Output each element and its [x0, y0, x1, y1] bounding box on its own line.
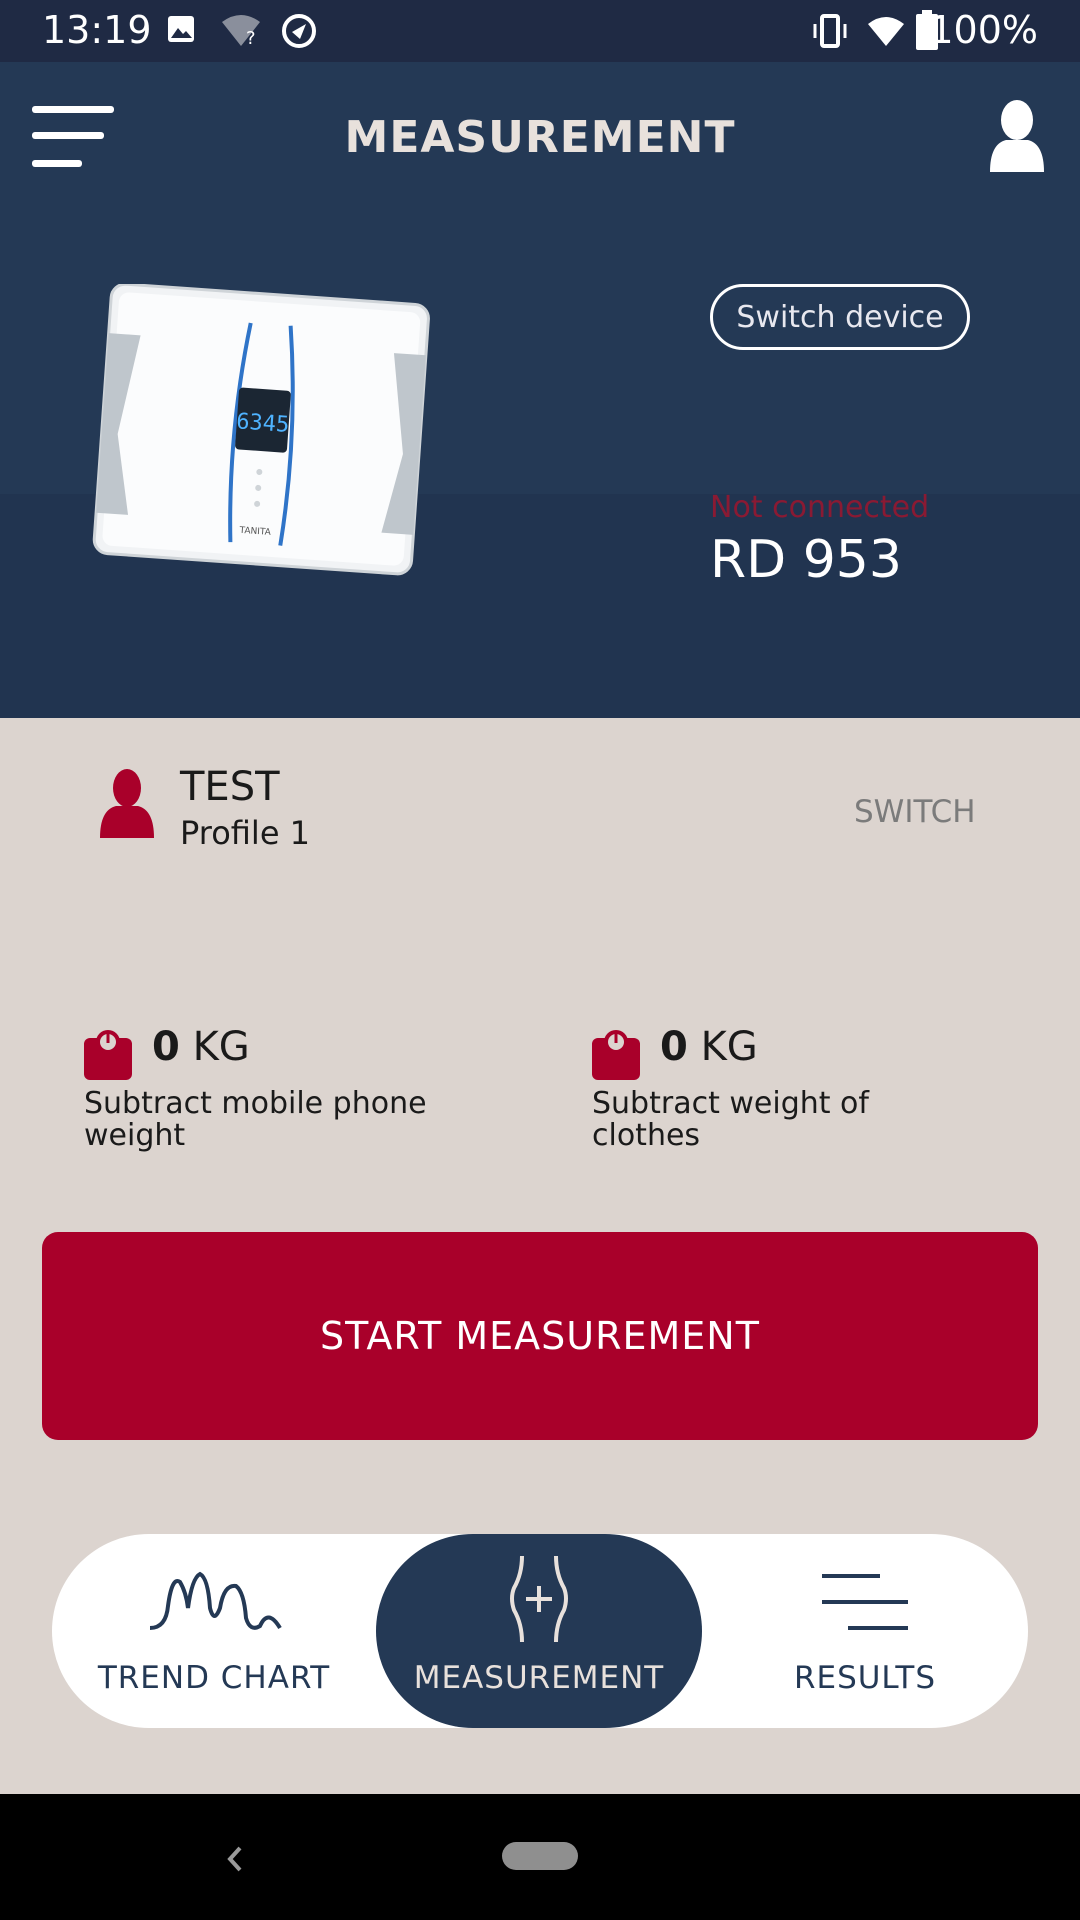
page-title: MEASUREMENT — [344, 112, 736, 163]
phone-weight-description: Subtract mobile phone weight — [84, 1086, 427, 1153]
device-model: RD 953 — [710, 530, 902, 590]
vibrate-icon — [813, 14, 847, 48]
scale-weight-icon — [84, 1030, 132, 1080]
scale-display-value: 6345 — [235, 409, 290, 438]
back-icon[interactable] — [220, 1842, 250, 1876]
tab-results[interactable]: RESULTS — [702, 1534, 1028, 1728]
wifi-question-icon: ? — [222, 15, 260, 48]
svg-text:?: ? — [246, 28, 256, 48]
switch-device-button[interactable]: Switch device — [710, 284, 970, 350]
status-time: 13:19 — [42, 8, 152, 52]
home-pill[interactable] — [502, 1842, 578, 1870]
tab-trend-chart-label: TREND CHART — [97, 1660, 331, 1696]
clothes-weight-unit: KG — [700, 1024, 758, 1070]
wifi-icon — [868, 17, 904, 46]
profile-name: TEST — [180, 764, 280, 810]
phone-weight-unit: KG — [192, 1024, 250, 1070]
tab-measurement[interactable]: MEASUREMENT — [376, 1534, 702, 1728]
clothes-weight-description: Subtract weight of clothes — [592, 1086, 869, 1153]
profile-avatar-icon — [100, 769, 154, 838]
status-bar: 13:19 ? 100% — [0, 0, 1080, 62]
tab-measurement-label: MEASUREMENT — [413, 1660, 665, 1696]
connection-status: Not connected — [710, 490, 930, 525]
tab-results-label: RESULTS — [793, 1660, 937, 1696]
profile-subtitle: Profile 1 — [180, 814, 311, 852]
trend-chart-icon — [149, 1571, 282, 1630]
tab-trend-chart[interactable]: TREND CHART — [52, 1534, 376, 1728]
battery-percent: 100% — [929, 8, 1038, 52]
user-icon[interactable] — [988, 100, 1046, 172]
scale-weight-icon — [592, 1030, 640, 1080]
measurement-icon — [510, 1555, 568, 1643]
phone-weight-value: 0 — [152, 1024, 180, 1070]
results-icon — [822, 1574, 908, 1630]
scale-image: 6345 TANITA — [92, 284, 430, 576]
sync-icon — [282, 14, 316, 48]
image-icon — [168, 16, 194, 42]
clothes-weight-value: 0 — [660, 1024, 688, 1070]
switch-profile-button[interactable]: SWITCH — [854, 794, 976, 830]
start-measurement-button[interactable]: START MEASUREMENT — [42, 1232, 1038, 1440]
